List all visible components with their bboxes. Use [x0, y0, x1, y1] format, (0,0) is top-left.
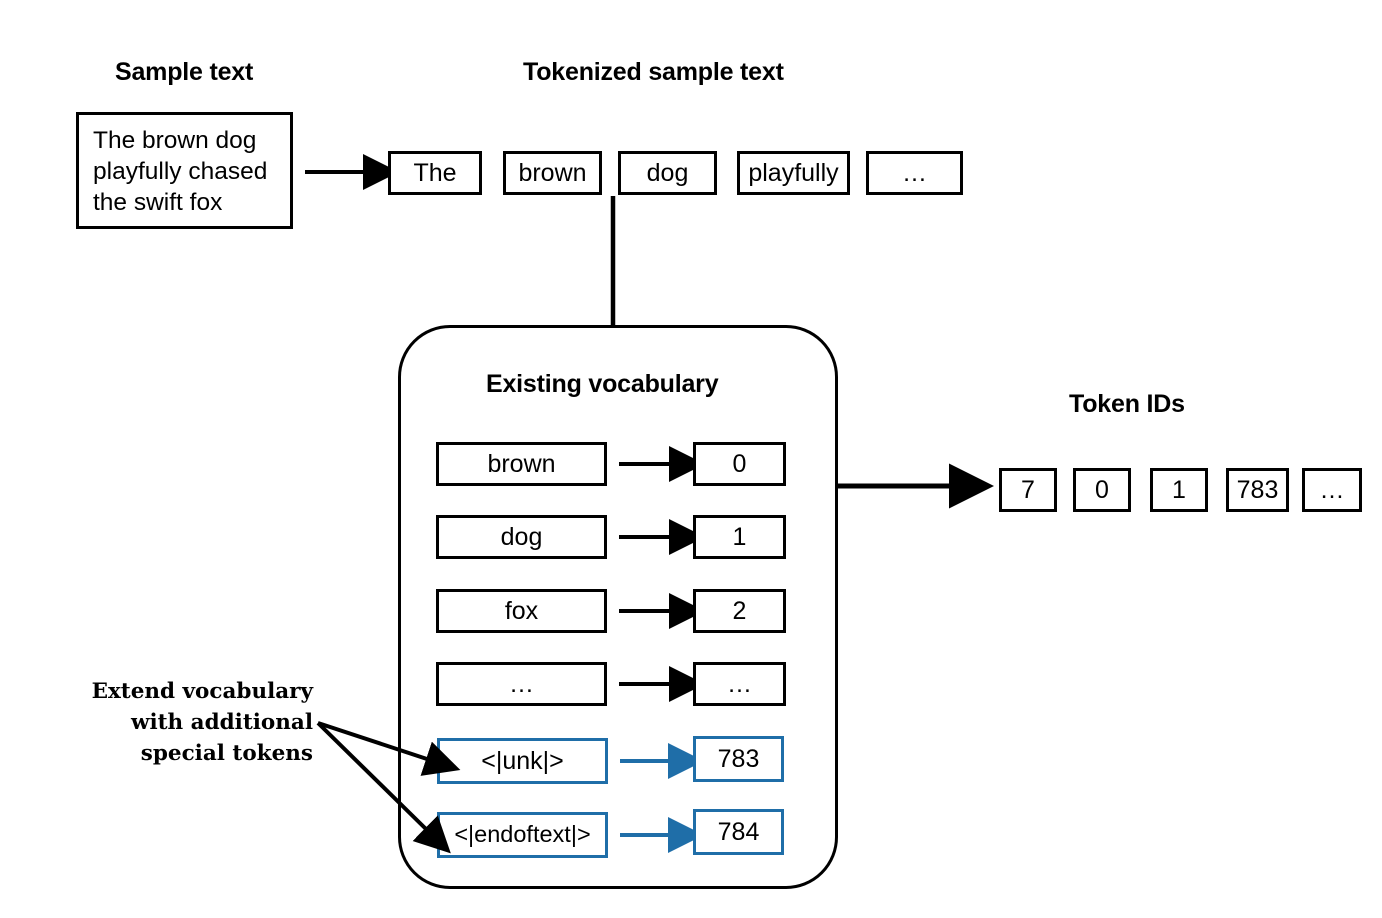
vocab-special-token-label: <|unk|> — [481, 746, 564, 775]
heading-sample-text: Sample text — [115, 58, 254, 86]
token-id-label: 783 — [1236, 475, 1279, 504]
sample-text-box: The brown dog playfully chased the swift… — [76, 112, 293, 229]
token-box: … — [866, 151, 963, 195]
vocab-id-label: 0 — [732, 449, 747, 478]
arrow-right-icon — [836, 463, 994, 509]
vocab-token-box: fox — [436, 589, 607, 633]
vocab-special-id-box: 783 — [693, 736, 784, 782]
token-box: brown — [503, 151, 602, 195]
token-id-label: 7 — [1021, 475, 1035, 504]
arrow-right-icon — [619, 593, 705, 629]
vocab-special-token-box: <|unk|> — [437, 738, 608, 784]
vocab-token-label: … — [509, 669, 534, 698]
sample-text-line: playfully chased — [93, 158, 268, 186]
sample-text-line: the swift fox — [93, 189, 223, 217]
vocab-token-label: brown — [487, 449, 556, 478]
vocab-token-label: dog — [500, 522, 543, 551]
token-id-label: 0 — [1095, 475, 1109, 504]
arrow-right-icon — [619, 666, 705, 702]
token-box: dog — [618, 151, 717, 195]
token-id-label: … — [1319, 475, 1345, 504]
vocab-id-box: 2 — [693, 589, 786, 633]
annotation-line: Extend vocabulary — [91, 679, 313, 704]
token-id-box: 783 — [1226, 468, 1289, 512]
token-label: dog — [646, 158, 689, 187]
token-label: playfully — [748, 158, 839, 187]
connector-line-icon — [610, 196, 616, 328]
vocab-token-box: brown — [436, 442, 607, 486]
vocab-id-label: … — [727, 669, 752, 698]
token-label: The — [413, 158, 457, 187]
token-id-box: 7 — [999, 468, 1057, 512]
token-id-box: 1 — [1150, 468, 1208, 512]
token-id-box: 0 — [1073, 468, 1131, 512]
sample-text-line: The brown dog — [93, 127, 257, 154]
vocab-id-label: 1 — [732, 522, 747, 551]
vocab-token-label: fox — [504, 596, 539, 625]
vocab-special-id-box: 784 — [693, 809, 784, 855]
arrow-right-icon — [305, 154, 399, 190]
diagram-canvas: Sample text Tokenized sample text Token … — [0, 0, 1382, 918]
token-box: The — [388, 151, 482, 195]
arrow-right-icon — [620, 817, 704, 853]
arrow-right-icon — [620, 743, 704, 779]
vocab-token-box: dog — [436, 515, 607, 559]
extend-vocabulary-annotation: Extend vocabulary with additional specia… — [68, 676, 313, 770]
token-id-box: … — [1302, 468, 1362, 512]
vocab-special-id-label: 783 — [717, 744, 760, 773]
arrow-right-icon — [619, 519, 705, 555]
heading-token-ids: Token IDs — [1069, 390, 1185, 418]
vocab-id-box: … — [693, 662, 786, 706]
vocab-special-token-box: <|endoftext|> — [437, 812, 608, 858]
vocab-id-box: 1 — [693, 515, 786, 559]
vocab-token-box: … — [436, 662, 607, 706]
heading-existing-vocabulary: Existing vocabulary — [486, 370, 719, 398]
vocab-special-id-label: 784 — [717, 817, 760, 846]
token-label: brown — [518, 158, 587, 187]
pointer-arrow-icon — [316, 721, 461, 854]
annotation-line: special tokens — [140, 741, 313, 767]
token-label: … — [902, 158, 927, 187]
vocab-special-token-label: <|endoftext|> — [454, 821, 591, 848]
token-box: playfully — [737, 151, 850, 195]
annotation-line: with additional — [130, 710, 313, 736]
token-id-label: 1 — [1172, 475, 1186, 504]
vocab-id-box: 0 — [693, 442, 786, 486]
heading-tokenized-sample-text: Tokenized sample text — [523, 58, 784, 86]
vocab-id-label: 2 — [732, 596, 747, 625]
arrow-right-icon — [619, 446, 705, 482]
